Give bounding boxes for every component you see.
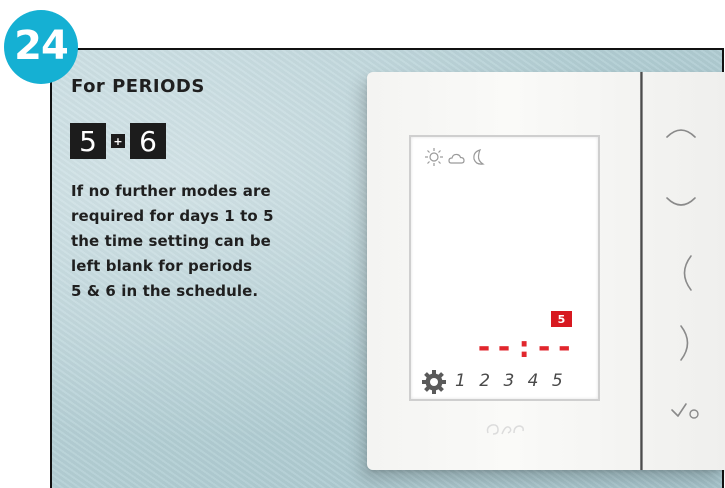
sun-icon [425, 148, 443, 166]
period-box-second: 6 [130, 123, 166, 159]
up-chevron-button[interactable] [664, 120, 698, 142]
period-indicator: 5 + 6 [70, 123, 166, 159]
down-chevron-button[interactable] [664, 193, 698, 215]
description-text: If no further modes are required for day… [71, 179, 274, 304]
description-line: If no further modes are [71, 182, 271, 200]
brand-logo-icon [486, 424, 524, 435]
description-line: left blank for periods [71, 257, 253, 275]
period-plus: + [111, 134, 125, 148]
right-chevron-button[interactable] [676, 323, 698, 363]
gear-icon [422, 370, 446, 394]
step-number-badge: 24 [4, 10, 78, 84]
confirm-button[interactable] [669, 398, 703, 422]
description-line: 5 & 6 in the schedule. [71, 282, 259, 300]
period-box-first: 5 [70, 123, 106, 159]
left-chevron-button[interactable] [674, 253, 696, 293]
period-number-badge: 5 [551, 311, 572, 327]
description-line: required for days 1 to 5 [71, 207, 274, 225]
step-number: 24 [14, 23, 69, 69]
device-divider [640, 72, 643, 470]
description-line: the time setting can be [71, 232, 271, 250]
section-heading: For PERIODS [71, 76, 205, 97]
check-icon [671, 403, 687, 417]
cloud-icon [448, 153, 465, 164]
day-indicators: 1 2 3 4 5 [455, 371, 567, 391]
moon-icon [473, 149, 485, 165]
time-setting-display: --:-- [475, 330, 576, 365]
mode-icons [425, 148, 485, 166]
